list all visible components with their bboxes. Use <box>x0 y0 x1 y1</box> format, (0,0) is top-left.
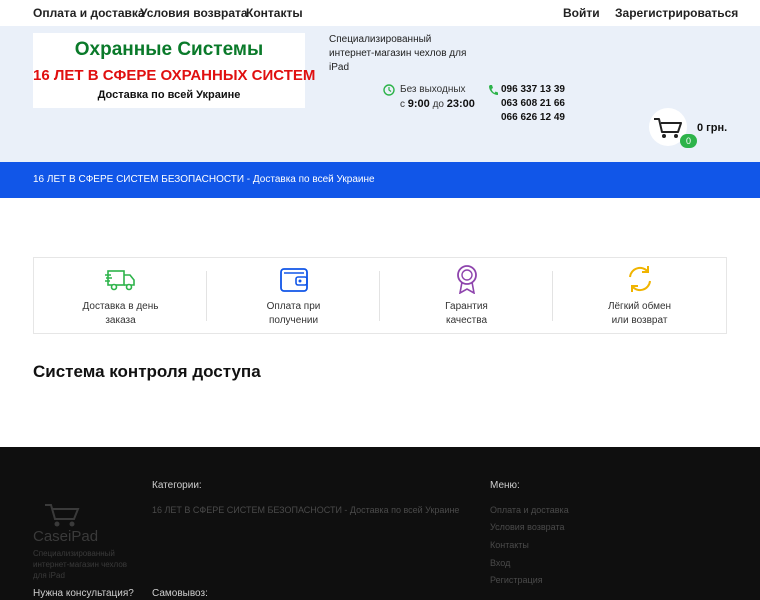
top-nav: Оплата и доставка Условия возврата Конта… <box>0 0 760 26</box>
feature-guarantee-line2: качества <box>445 315 488 326</box>
footer-logo-text[interactable]: CaseiPad <box>33 528 98 545</box>
feature-exchange-line2: или возврат <box>611 315 668 326</box>
truck-icon <box>105 270 135 291</box>
feature-payment: Оплата при получении <box>207 258 380 333</box>
feature-payment-line2: получении <box>268 315 319 326</box>
feature-payment-label: Оплата при получении <box>207 300 380 328</box>
register-link[interactable]: Зарегистрироваться <box>615 6 738 20</box>
header: Охранные Системы 16 ЛЕТ В СФЕРЕ ОХРАННЫХ… <box>0 26 760 162</box>
nav-link-returns[interactable]: Условия возврата <box>140 6 248 20</box>
logo-delivery: Доставка по всей Украине <box>97 89 241 101</box>
working-hours: с 9:00 до 23:00 <box>400 98 475 110</box>
footer-pickup-heading: Самовывоз: <box>152 588 208 599</box>
phone-number-2[interactable]: 063 608 21 66 <box>501 98 565 109</box>
refresh-icon <box>629 266 651 292</box>
features-strip: Доставка в день заказа Оплата при получе… <box>33 257 727 334</box>
wallet-icon <box>280 268 308 292</box>
feature-payment-line1: Оплата при <box>266 301 321 312</box>
working-days: Без выходных <box>400 84 466 95</box>
feature-exchange-line1: Лёгкий обмен <box>607 301 672 312</box>
footer-menu-returns[interactable]: Условия возврата <box>490 522 565 532</box>
page-title: Система контроля доступа <box>33 362 261 381</box>
logo-title: Охранные Системы <box>74 39 264 60</box>
feature-delivery: Доставка в день заказа <box>34 258 207 333</box>
cart-icon <box>654 118 682 138</box>
banner-link[interactable]: 16 ЛЕТ В СФЕРЕ СИСТЕМ БЕЗОПАСНОСТИ - Дос… <box>33 174 375 185</box>
footer-category-link[interactable]: 16 ЛЕТ В СФЕРЕ СИСТЕМ БЕЗОПАСНОСТИ - Дос… <box>152 505 459 515</box>
feature-exchange-label: Лёгкий обмен или возврат <box>553 300 726 328</box>
hours-to-word: до <box>432 99 444 110</box>
feature-exchange: Лёгкий обмен или возврат <box>553 258 726 333</box>
footer-consult-heading: Нужна консультация? <box>33 588 134 599</box>
cart-logo-icon <box>45 504 80 527</box>
footer-menu-contacts[interactable]: Контакты <box>490 540 529 550</box>
award-icon <box>457 265 477 294</box>
feature-guarantee: Гарантия качества <box>380 258 553 333</box>
footer-description: Специализированный интернет-магазин чехл… <box>33 549 128 580</box>
phone-number-3[interactable]: 066 626 12 49 <box>501 112 565 123</box>
cart-total: 0 грн. <box>697 122 728 134</box>
nav-link-contacts[interactable]: Контакты <box>246 6 303 20</box>
cart-count-badge: 0 <box>680 134 697 148</box>
footer: CaseiPad Специализированный интернет-маг… <box>0 447 760 600</box>
hours-to: 23:00 <box>446 98 475 110</box>
footer-menu-heading: Меню: <box>490 480 520 491</box>
clock-icon <box>383 84 395 96</box>
footer-menu-login[interactable]: Вход <box>490 558 510 568</box>
hours-from: 9:00 <box>407 98 430 110</box>
tagline: Специализированный интернет-магазин чехл… <box>329 34 467 73</box>
logo-subtitle: 16 ЛЕТ В СФЕРЕ ОХРАННЫХ СИСТЕМ <box>33 67 316 84</box>
feature-guarantee-line1: Гарантия <box>445 301 488 312</box>
phone-icon <box>489 85 498 95</box>
footer-menu-register[interactable]: Регистрация <box>490 575 543 585</box>
footer-categories-heading: Категории: <box>152 480 202 491</box>
footer-menu-payment[interactable]: Оплата и доставка <box>490 505 569 515</box>
site-logo[interactable]: Охранные Системы 16 ЛЕТ В СФЕРЕ ОХРАННЫХ… <box>33 33 316 108</box>
hours-from-word: с <box>400 99 405 110</box>
nav-link-payment[interactable]: Оплата и доставка <box>33 6 145 20</box>
phone-number-1[interactable]: 096 337 13 39 <box>501 84 565 95</box>
feature-delivery-label: Доставка в день заказа <box>34 300 207 328</box>
login-link[interactable]: Войти <box>563 6 600 20</box>
feature-delivery-line1: Доставка в день <box>82 301 159 312</box>
feature-guarantee-label: Гарантия качества <box>380 300 553 328</box>
category-banner: 16 ЛЕТ В СФЕРЕ СИСТЕМ БЕЗОПАСНОСТИ - Дос… <box>0 162 760 198</box>
feature-delivery-line2: заказа <box>105 315 136 326</box>
